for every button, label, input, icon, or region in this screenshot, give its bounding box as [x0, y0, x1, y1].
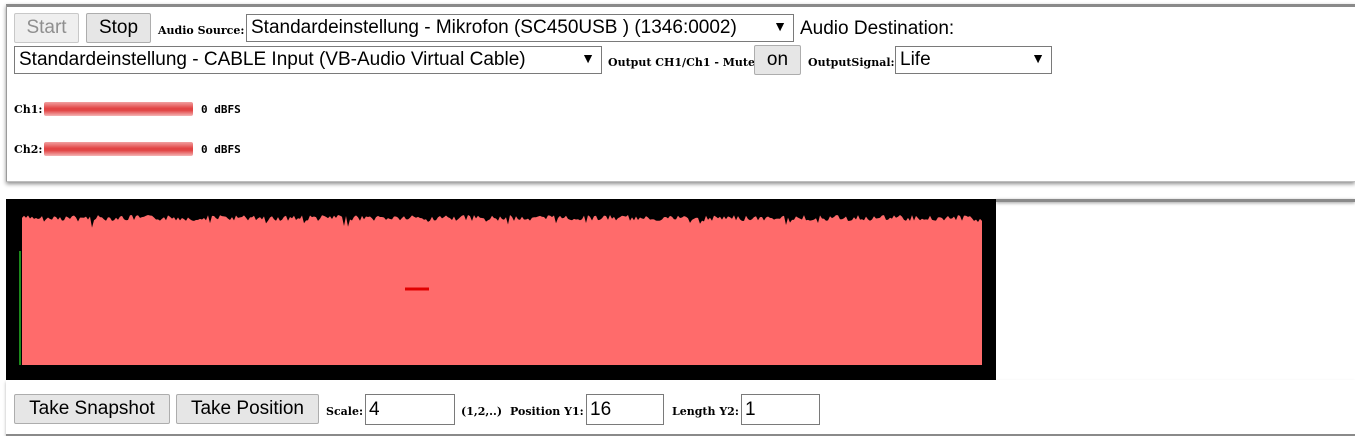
- ch2-label: Ch2:: [14, 143, 43, 156]
- position-y1-input[interactable]: 16: [586, 394, 664, 425]
- scale-label: Scale:: [326, 405, 364, 418]
- scale-value: 4: [369, 398, 380, 420]
- ch1-level-unit: dBFS: [214, 103, 241, 116]
- audio-source-label: Audio Source:: [158, 24, 245, 37]
- ch1-label: Ch1:: [14, 103, 43, 116]
- waveform-scope[interactable]: [6, 199, 996, 380]
- take-snapshot-button[interactable]: Take Snapshot: [14, 394, 170, 424]
- waveform-peak-trace: [22, 213, 982, 228]
- mute-toggle-button[interactable]: on: [754, 45, 801, 75]
- ch1-level-value: 0: [201, 103, 208, 116]
- scope-divider: [996, 199, 1355, 202]
- output-signal-label: OutputSignal:: [808, 56, 895, 69]
- scale-input[interactable]: 4: [365, 394, 455, 425]
- audio-destination-select[interactable]: Standardeinstellung - CABLE Input (VB-Au…: [14, 46, 602, 74]
- take-position-button[interactable]: Take Position: [176, 394, 319, 424]
- stop-button[interactable]: Stop: [86, 13, 151, 43]
- length-y2-label: Length Y2:: [672, 405, 739, 418]
- scale-hint: (1,2,..): [461, 405, 503, 418]
- ch2-level-readout: 0 dBFS: [201, 143, 241, 156]
- waveform-overlay: [19, 213, 982, 365]
- start-button[interactable]: Start: [14, 13, 79, 43]
- dropdown-arrow-icon: ▼: [1031, 50, 1045, 66]
- audio-source-value: Standardeinstellung - Mikrofon (SC450USB…: [251, 17, 737, 38]
- ch1-level-meter: [44, 102, 193, 116]
- audio-destination-value: Standardeinstellung - CABLE Input (VB-Au…: [19, 49, 526, 70]
- output-signal-select[interactable]: Life ▼: [895, 46, 1052, 74]
- dropdown-arrow-icon: ▼: [581, 50, 595, 66]
- position-y1-value: 16: [590, 398, 612, 420]
- ch2-level-value: 0: [201, 143, 208, 156]
- ch2-level-unit: dBFS: [214, 143, 241, 156]
- audio-destination-label: Audio Destination:: [800, 18, 955, 39]
- ch1-level-readout: 0 dBFS: [201, 103, 241, 116]
- output-signal-value: Life: [900, 49, 931, 70]
- audio-source-select[interactable]: Standardeinstellung - Mikrofon (SC450USB…: [246, 14, 794, 42]
- length-y2-value: 1: [745, 398, 756, 420]
- dropdown-arrow-icon: ▼: [773, 18, 787, 34]
- ch2-level-meter: [44, 142, 193, 156]
- length-y2-input[interactable]: 1: [741, 394, 820, 425]
- output-mute-label: Output CH1/Ch1 - Mute: [608, 56, 755, 69]
- position-y1-label: Position Y1:: [510, 405, 584, 418]
